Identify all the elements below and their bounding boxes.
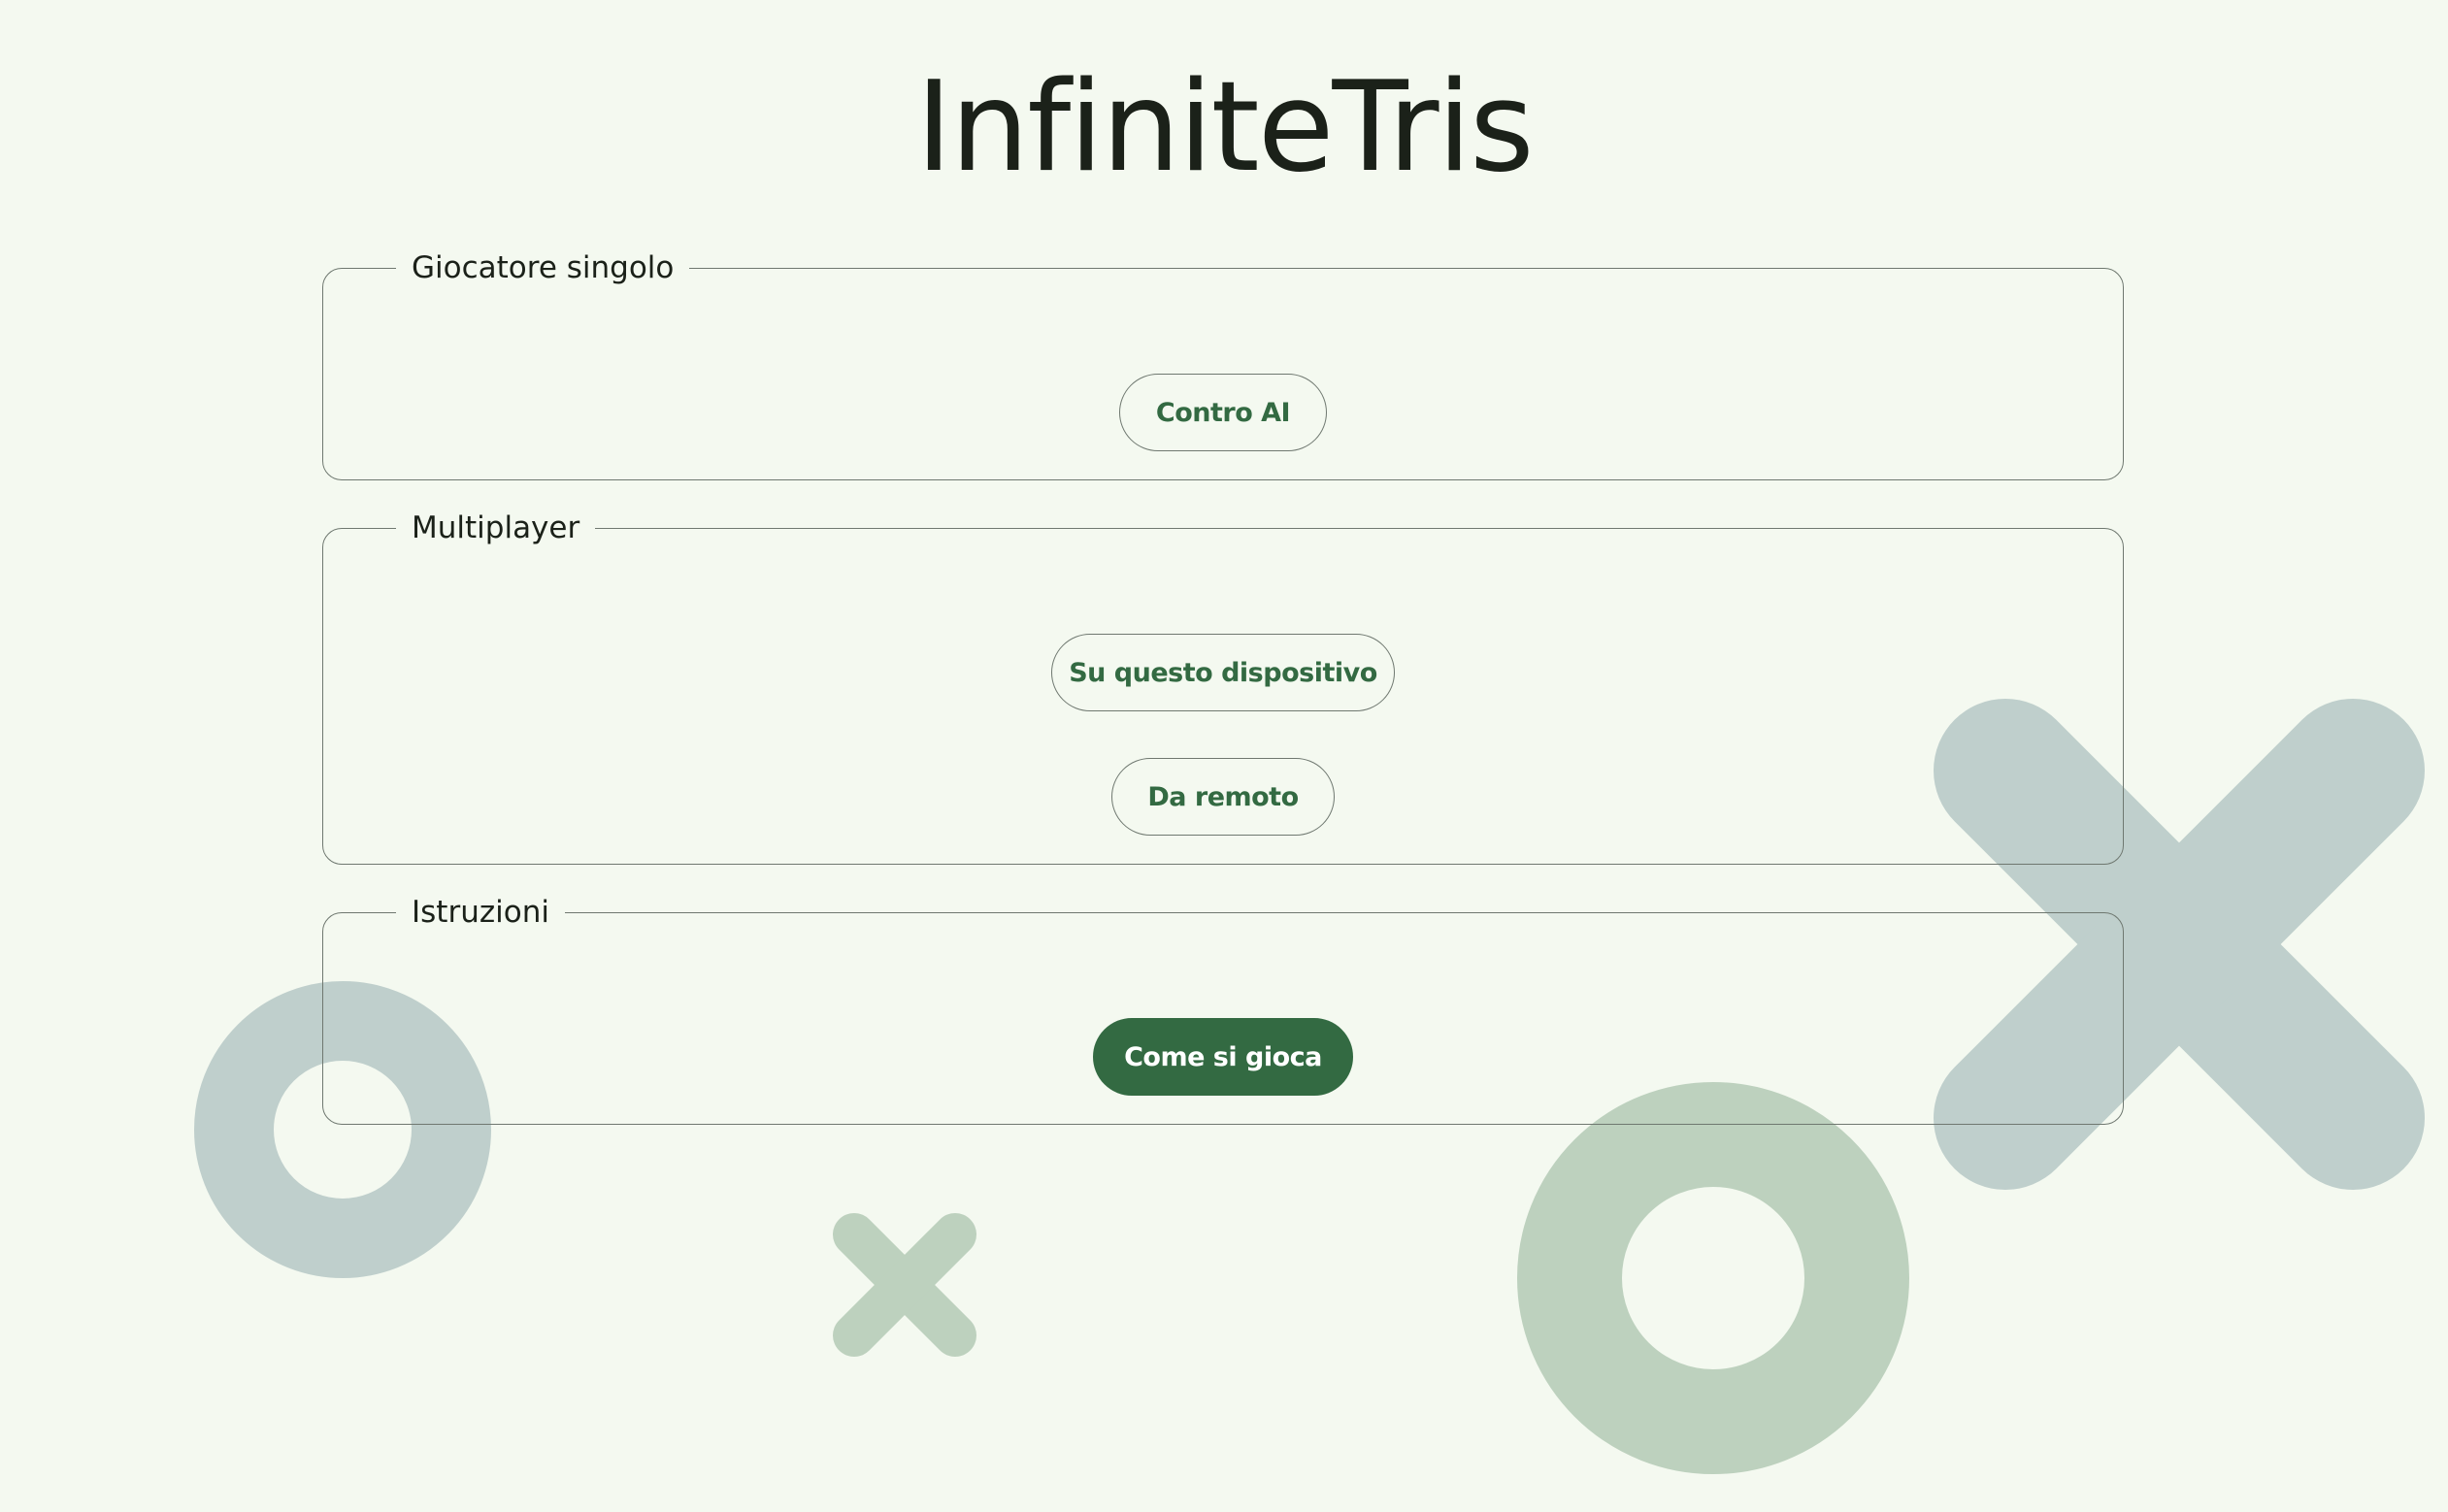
- o-mark-icon: [1516, 1081, 1910, 1475]
- section-instructions: Istruzioni Come si gioca: [322, 893, 2124, 1125]
- x-mark-icon: [827, 1207, 982, 1363]
- how-to-play-button[interactable]: Come si gioca: [1093, 1018, 1353, 1096]
- section-legend-single-player: Giocatore singolo: [412, 250, 675, 285]
- app-title: InfiniteTris: [915, 55, 1534, 200]
- local-multiplayer-button[interactable]: Su questo dispositivo: [1051, 634, 1395, 711]
- section-legend-multiplayer: Multiplayer: [412, 510, 580, 545]
- remote-multiplayer-button[interactable]: Da remoto: [1111, 758, 1335, 836]
- vs-ai-button[interactable]: Contro AI: [1119, 374, 1327, 451]
- section-single-player: Giocatore singolo Contro AI: [322, 248, 2124, 480]
- section-multiplayer: Multiplayer Su questo dispositivo Da rem…: [322, 509, 2124, 865]
- section-legend-instructions: Istruzioni: [412, 895, 549, 930]
